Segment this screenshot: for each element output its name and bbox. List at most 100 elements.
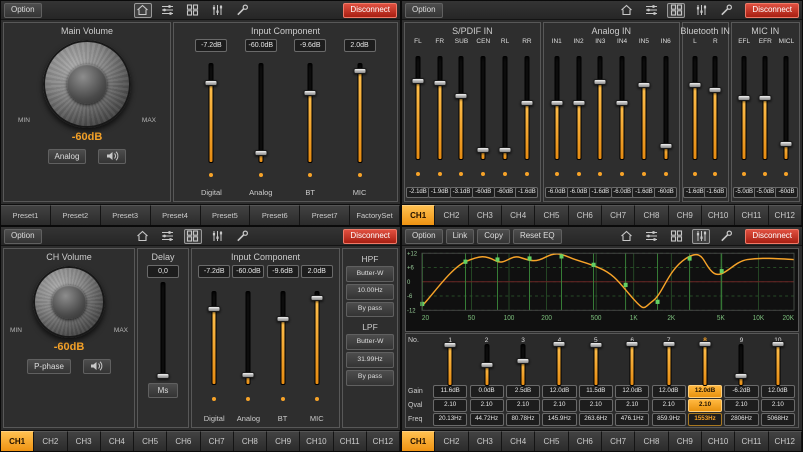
channel-tab-ch10[interactable]: CH10 <box>702 431 735 451</box>
eq-response-graph[interactable]: 20501002005001K2K5K10K20K+12+60-6-12 <box>406 249 798 331</box>
mixer-icon[interactable] <box>159 3 177 18</box>
slider-handle[interactable] <box>205 80 218 86</box>
eq-band-handle[interactable] <box>560 254 564 258</box>
gain-value[interactable]: 11.6dB <box>433 385 467 397</box>
faders-icon[interactable] <box>692 229 710 244</box>
slider-handle[interactable] <box>699 341 712 347</box>
slider-handle[interactable] <box>550 100 563 106</box>
qval-value[interactable]: 2.10 <box>433 399 467 411</box>
input-level-slider[interactable] <box>736 56 752 160</box>
slider-handle[interactable] <box>499 147 512 153</box>
slider-handle[interactable] <box>659 143 672 149</box>
slider-handle[interactable] <box>353 68 366 74</box>
wrench-icon[interactable] <box>717 3 735 18</box>
channel-tab-ch3[interactable]: CH3 <box>469 205 502 225</box>
input-level-slider[interactable] <box>453 56 469 160</box>
input-level-slider[interactable] <box>549 56 565 160</box>
channel-tab-ch12[interactable]: CH12 <box>769 431 802 451</box>
qval-value[interactable]: 2.10 <box>615 399 649 411</box>
faders-icon[interactable] <box>209 3 227 18</box>
reset-eq-button[interactable]: Reset EQ <box>513 229 562 244</box>
channel-tab-ch9[interactable]: CH9 <box>267 431 300 451</box>
ch-volume-knob[interactable] <box>33 266 105 338</box>
slider-handle[interactable] <box>626 341 639 347</box>
grid-icon[interactable] <box>667 229 685 244</box>
channel-tab-ch1[interactable]: CH1 <box>402 205 435 225</box>
qval-value[interactable]: 2.10 <box>724 399 758 411</box>
qval-value[interactable]: 2.10 <box>652 399 686 411</box>
slider-handle[interactable] <box>480 362 493 368</box>
input-level-slider[interactable] <box>687 56 703 160</box>
option-button[interactable]: Option <box>4 229 42 244</box>
channel-tab-ch7[interactable]: CH7 <box>201 431 234 451</box>
slider-handle[interactable] <box>738 95 751 101</box>
disconnect-button[interactable]: Disconnect <box>745 229 799 244</box>
gain-value[interactable]: 12.0dB <box>761 385 795 397</box>
input-gain-slider[interactable] <box>352 63 368 163</box>
gain-value[interactable]: 2.5dB <box>506 385 540 397</box>
qval-value[interactable]: 2.10 <box>470 399 504 411</box>
slider-handle[interactable] <box>589 342 602 348</box>
mixer-icon[interactable] <box>642 3 660 18</box>
gain-value[interactable]: 12.0dB <box>688 385 722 397</box>
channel-tab-ch10[interactable]: CH10 <box>702 205 735 225</box>
freq-value[interactable]: 80.78Hz <box>506 413 540 425</box>
slider-handle[interactable] <box>304 90 317 96</box>
freq-value[interactable]: 859.9Hz <box>652 413 686 425</box>
slider-handle[interactable] <box>594 79 607 85</box>
channel-tab-ch8[interactable]: CH8 <box>234 431 267 451</box>
preset-button-preset4[interactable]: Preset4 <box>151 205 201 225</box>
gain-value[interactable]: 0.0dB <box>470 385 504 397</box>
freq-value[interactable]: 2806Hz <box>724 413 758 425</box>
channel-tab-ch12[interactable]: CH12 <box>769 205 802 225</box>
channel-tab-ch5[interactable]: CH5 <box>535 205 568 225</box>
slider-handle[interactable] <box>735 373 748 379</box>
eq-band-handle[interactable] <box>720 269 724 273</box>
preset-button-preset7[interactable]: Preset7 <box>300 205 350 225</box>
qval-value[interactable]: 2.10 <box>761 399 795 411</box>
freq-value[interactable]: 263.6Hz <box>579 413 613 425</box>
input-gain-slider[interactable] <box>240 291 256 385</box>
preset-button-preset6[interactable]: Preset6 <box>250 205 300 225</box>
copy-button[interactable]: Copy <box>477 229 510 244</box>
slider-handle[interactable] <box>242 372 255 378</box>
channel-tab-ch7[interactable]: CH7 <box>602 205 635 225</box>
eq-band-handle[interactable] <box>496 257 500 261</box>
faders-icon[interactable] <box>692 3 710 18</box>
grid-icon[interactable] <box>184 229 202 244</box>
input-level-slider[interactable] <box>432 56 448 160</box>
preset-button-preset1[interactable]: Preset1 <box>1 205 51 225</box>
qval-value[interactable]: 2.10 <box>688 399 722 411</box>
channel-tab-ch1[interactable]: CH1 <box>402 431 435 451</box>
slider-handle[interactable] <box>444 342 457 348</box>
slider-handle[interactable] <box>254 150 267 156</box>
eq-band-handle[interactable] <box>624 283 628 287</box>
preset-button-preset3[interactable]: Preset3 <box>101 205 151 225</box>
eq-band-gain-slider[interactable] <box>442 344 458 386</box>
channel-tab-ch3[interactable]: CH3 <box>469 431 502 451</box>
home-icon[interactable] <box>134 229 152 244</box>
gain-value[interactable]: 12.0dB <box>615 385 649 397</box>
channel-tab-ch2[interactable]: CH2 <box>435 431 468 451</box>
disconnect-button[interactable]: Disconnect <box>745 3 799 18</box>
eq-band-gain-slider[interactable] <box>479 344 495 386</box>
channel-tab-ch10[interactable]: CH10 <box>300 431 333 451</box>
input-level-slider[interactable] <box>707 56 723 160</box>
main-volume-knob[interactable] <box>43 40 131 128</box>
lpf-freq-button[interactable]: 31.99Hz <box>346 352 394 368</box>
qval-value[interactable]: 2.10 <box>506 399 540 411</box>
gain-value[interactable]: 12.0dB <box>542 385 576 397</box>
channel-tab-ch9[interactable]: CH9 <box>669 431 702 451</box>
eq-band-handle[interactable] <box>688 256 692 260</box>
channel-tab-ch12[interactable]: CH12 <box>367 431 400 451</box>
slider-handle[interactable] <box>276 316 289 322</box>
channel-tab-ch6[interactable]: CH6 <box>167 431 200 451</box>
slider-handle[interactable] <box>709 87 722 93</box>
p-phase-button[interactable]: P-phase <box>27 359 71 374</box>
option-button[interactable]: Option <box>405 229 443 244</box>
slider-handle[interactable] <box>759 95 772 101</box>
qval-value[interactable]: 2.10 <box>542 399 576 411</box>
input-level-slider[interactable] <box>519 56 535 160</box>
input-level-slider[interactable] <box>636 56 652 160</box>
input-level-slider[interactable] <box>614 56 630 160</box>
